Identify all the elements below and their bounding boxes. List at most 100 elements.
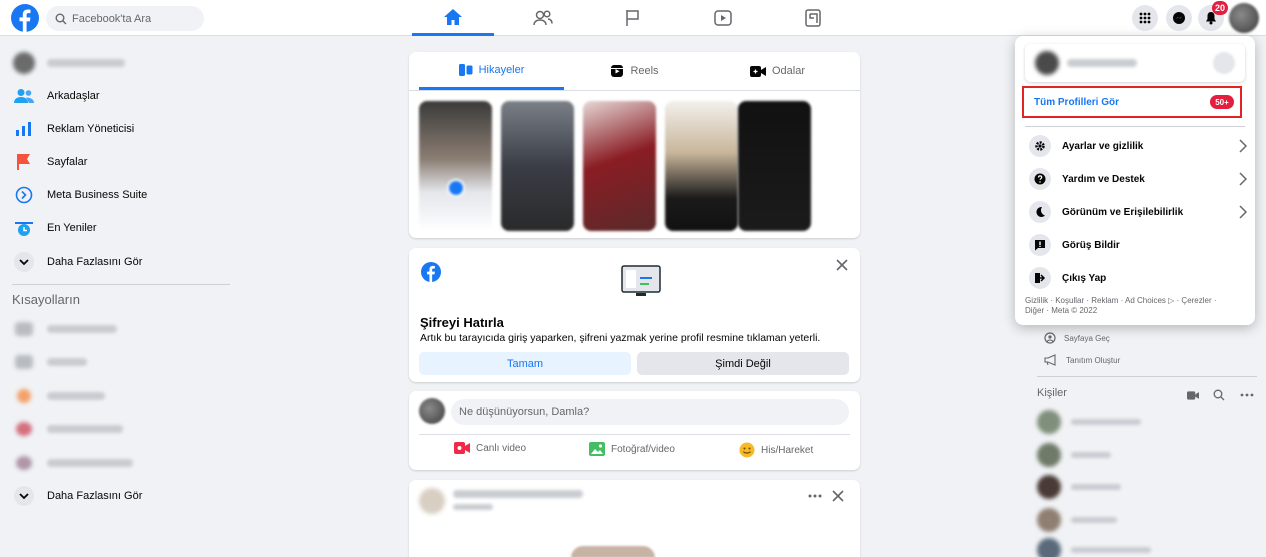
avatar [1035,51,1059,75]
new-room-icon[interactable] [1187,391,1199,400]
footer-line[interactable]: Diğer · Meta © 2022 [1025,306,1240,316]
sidebar-item-ads-manager[interactable]: Reklam Yöneticisi [10,114,230,144]
menu-grid-button[interactable] [1132,5,1158,31]
whats-on-your-mind-input[interactable]: Ne düşünüyorsun, Damla? [451,399,849,425]
story-card[interactable] [501,101,574,231]
create-promotion-link[interactable]: Tanıtım Oluştur [1044,350,1120,370]
tab-divider [409,90,860,91]
contact-item[interactable] [1037,505,1117,535]
nav-home-tab[interactable] [412,0,494,36]
profile-card[interactable] [1025,44,1245,82]
search-box[interactable]: Facebook'ta Ara [46,6,204,31]
menu-item-give-feedback[interactable]: Görüş Bildir [1025,230,1249,260]
close-icon[interactable] [832,490,844,502]
feeling-activity-button[interactable]: His/Hareket [739,442,813,458]
help-icon [1029,168,1051,190]
shortcut-thumbnail [15,322,33,336]
story-card[interactable] [583,101,656,231]
contact-item[interactable] [1037,440,1111,470]
contact-name-blurred [1071,547,1151,553]
search-input[interactable]: Facebook'ta Ara [72,13,151,25]
contact-name-blurred [1071,484,1121,490]
shortcut-thumbnail [16,456,32,470]
shortcuts-see-more[interactable]: Daha Fazlasını Gör [10,481,230,511]
switch-page-link[interactable]: Sayfaya Geç [1044,328,1110,348]
tab-reels[interactable]: Reels [562,52,707,90]
menu-item-label: Görüş Bildir [1062,239,1120,251]
shortcut-name-blurred [47,425,123,433]
contact-item[interactable] [1037,535,1151,557]
sidebar-item-label: En Yeniler [47,222,97,234]
avatar [1037,443,1061,467]
contact-item[interactable] [1037,407,1141,437]
gaming-icon [805,9,821,27]
photo-video-button[interactable]: Fotoğraf/video [589,442,675,456]
shortcut-item[interactable] [10,414,230,444]
search-contacts-icon[interactable] [1213,389,1225,401]
story-card[interactable] [738,101,811,231]
live-video-button[interactable]: Canlı video [454,442,526,454]
tab-stories[interactable]: Hikayeler [419,52,564,90]
contacts-options-icon[interactable] [1240,393,1254,397]
shortcut-item[interactable] [10,314,230,344]
shortcut-name-blurred [47,325,117,333]
sidebar-item-pages[interactable]: Sayfalar [10,147,230,177]
menu-item-display-accessibility[interactable]: Görünüm ve Erişilebilirlik [1025,197,1249,227]
messenger-button[interactable] [1166,5,1192,31]
shortcuts-title: Kısayolların [12,292,80,307]
not-now-button[interactable]: Şimdi Değil [637,352,849,375]
see-all-profiles-button[interactable]: Tüm Profilleri Gör 50+ [1022,86,1242,118]
account-avatar[interactable] [1229,3,1259,33]
sidebar-item-most-recent[interactable]: En Yeniler [10,213,230,243]
profile-switch-icon[interactable] [1213,52,1235,74]
story-card[interactable] [665,101,738,231]
shortcut-thumbnail [17,389,31,403]
shortcut-item[interactable] [10,347,230,377]
contacts-title: Kişiler [1037,387,1067,399]
photo-video-icon [589,442,605,456]
stories-card: Hikayeler Reels Odalar [409,52,860,238]
gear-icon [1029,135,1051,157]
post-composer-card: Ne düşünüyorsun, Damla? Canlı video Foto… [409,391,860,470]
create-story-card[interactable] [419,101,492,231]
profile-name-blurred [1067,59,1137,67]
messenger-icon [1172,11,1186,25]
footer-line[interactable]: Gizlilik · Koşullar · Reklam · Ad Choice… [1025,296,1240,306]
create-promotion-label: Tanıtım Oluştur [1066,355,1121,365]
contact-item[interactable] [1037,472,1121,502]
sidebar-profile-link[interactable] [10,48,230,78]
tab-rooms[interactable]: Odalar [705,52,850,90]
sidebar-item-friends[interactable]: Arkadaşlar [10,81,230,111]
ok-button[interactable]: Tamam [419,352,631,375]
nav-watch-tab[interactable] [682,0,764,36]
ads-manager-icon [14,119,34,139]
add-story-icon [447,179,465,197]
nav-pages-tab[interactable] [592,0,674,36]
nav-gaming-tab[interactable] [772,0,854,36]
sidebar-see-more[interactable]: Daha Fazlasını Gör [10,247,230,277]
menu-item-log-out[interactable]: Çıkış Yap [1025,263,1249,293]
avatar [1037,475,1061,499]
menu-item-help-support[interactable]: Yardım ve Destek [1025,164,1249,194]
home-icon [443,8,463,26]
feeling-icon [739,442,755,458]
profiles-count-badge: 50+ [1210,95,1234,109]
close-icon[interactable] [836,259,848,271]
menu-item-label: Ayarlar ve gizlilik [1062,140,1144,152]
avatar [419,488,445,514]
shortcut-item[interactable] [10,381,230,411]
sidebar-item-business-suite[interactable]: Meta Business Suite [10,180,230,210]
contact-name-blurred [1071,452,1111,458]
menu-item-settings-privacy[interactable]: Ayarlar ve gizlilik [1025,131,1249,161]
sidebar-item-label: Reklam Yöneticisi [47,123,135,135]
facebook-logo-icon[interactable] [11,4,39,32]
tab-label: Odalar [771,65,806,77]
shortcut-item[interactable] [10,448,230,478]
composer-action-label: Canlı video [476,442,527,454]
avatar [1037,410,1061,434]
contact-name-blurred [1071,517,1117,523]
more-options-icon[interactable] [808,494,822,498]
nav-friends-tab[interactable] [502,0,584,36]
chevron-right-icon [1239,139,1247,153]
grid-menu-icon [1139,12,1151,24]
